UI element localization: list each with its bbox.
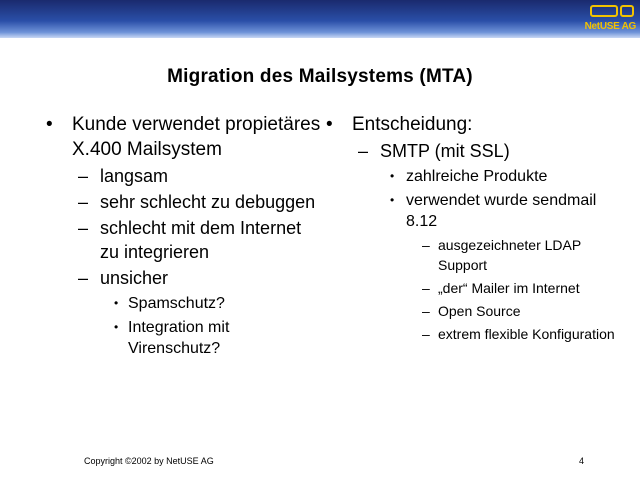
right-column: • Entscheidung: – SMTP (mit SSL) • zahlr…	[326, 112, 626, 344]
dash-marker: –	[422, 326, 430, 342]
bullet-entscheidung: • Entscheidung:	[326, 112, 626, 137]
subitem-text: langsam	[100, 166, 169, 186]
subitem-text: schlecht mit dem Internet zu integrieren	[100, 218, 302, 262]
subitem-internet: – schlecht mit dem Internet zu integrier…	[46, 216, 322, 264]
dash-marker: –	[358, 141, 369, 161]
subitem-text: SMTP (mit SSL)	[380, 141, 510, 161]
dash-marker: –	[422, 280, 430, 296]
dash-marker: –	[422, 303, 430, 319]
footer-page-number: 4	[579, 456, 585, 466]
subsubitem-text: zahlreiche Produkte	[406, 168, 548, 185]
dash-marker: –	[78, 166, 89, 186]
subitem-text: unsicher	[100, 268, 169, 288]
subitem-smtp: – SMTP (mit SSL)	[326, 139, 626, 163]
bullet-marker: •	[390, 169, 395, 183]
left-column: • Kunde verwendet propietäres X.400 Mail…	[46, 112, 322, 359]
item-open-source: – Open Source	[326, 301, 626, 321]
subitem-unsicher: – unsicher	[46, 266, 322, 290]
item-mailer: – „der“ Mailer im Internet	[326, 278, 626, 298]
bullet-marker: •	[326, 114, 333, 135]
subsubitem-text: Integration mit Virenschutz?	[128, 319, 230, 357]
logo-graphic	[590, 5, 634, 19]
bullet-marker: •	[114, 320, 119, 334]
item-text: ausgezeichneter LDAP Support	[438, 237, 581, 273]
dash-marker: –	[78, 218, 89, 238]
subsubitem-text: verwendet wurde sendmail 8.12	[406, 192, 597, 230]
header-bar: NetUSE AG	[0, 0, 640, 38]
bullet-marker: •	[114, 296, 119, 310]
subitem-text: sehr schlecht zu debuggen	[100, 192, 316, 212]
bullet-text: Entscheidung:	[352, 114, 473, 135]
bullet-kunde: • Kunde verwendet propietäres X.400 Mail…	[46, 112, 322, 162]
bullet-marker: •	[46, 114, 53, 135]
subsubitem-spamschutz: • Spamschutz?	[46, 293, 322, 314]
logo-text: NetUSE AG	[584, 21, 637, 32]
item-ldap: – ausgezeichneter LDAP Support	[326, 235, 626, 275]
item-text: „der“ Mailer im Internet	[438, 280, 580, 296]
subsubitem-sendmail: • verwendet wurde sendmail 8.12	[326, 190, 626, 232]
item-text: extrem flexible Konfiguration	[438, 326, 615, 342]
subitem-debuggen: – sehr schlecht zu debuggen	[46, 190, 322, 214]
footer-copyright: Copyright ©2002 by NetUSE AG	[84, 456, 214, 466]
item-text: Open Source	[438, 303, 521, 319]
dash-marker: –	[78, 192, 89, 212]
dash-marker: –	[78, 268, 89, 288]
dash-marker: –	[422, 237, 430, 253]
item-flexible: – extrem flexible Konfiguration	[326, 324, 626, 344]
subsubitem-text: Spamschutz?	[128, 295, 225, 312]
netuse-logo: NetUSE AG	[584, 4, 637, 34]
bullet-marker: •	[390, 193, 395, 207]
subitem-langsam: – langsam	[46, 164, 322, 188]
subsubitem-virenschutz: • Integration mit Virenschutz?	[46, 317, 322, 359]
slide-title: Migration des Mailsystems (MTA)	[167, 66, 473, 87]
subsubitem-produkte: • zahlreiche Produkte	[326, 166, 626, 187]
bullet-text: Kunde verwendet propietäres X.400 Mailsy…	[72, 114, 321, 160]
